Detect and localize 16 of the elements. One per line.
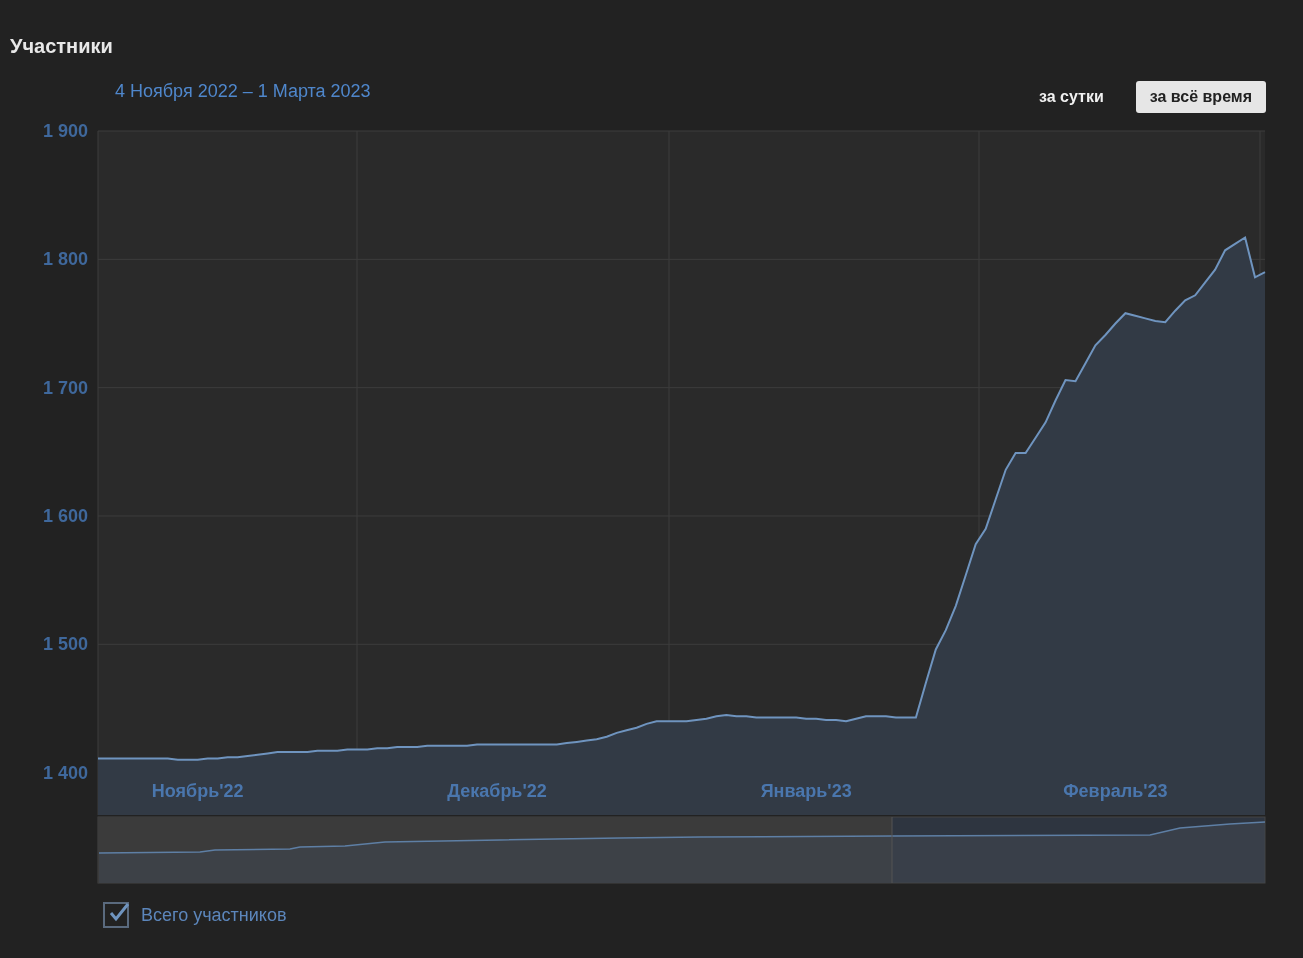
y-axis-label: 1 500 bbox=[42, 634, 88, 655]
y-axis-label: 1 700 bbox=[42, 377, 88, 398]
y-axis-label: 1 800 bbox=[42, 249, 88, 270]
x-axis-label: Февраль'23 bbox=[1063, 781, 1168, 801]
x-axis-label: Ноябрь'22 bbox=[151, 781, 244, 801]
section-title: Участники bbox=[9, 34, 114, 59]
checkbox[interactable] bbox=[103, 902, 129, 928]
x-axis-label: Январь'23 bbox=[760, 781, 852, 801]
y-axis-label: 1 400 bbox=[42, 762, 88, 783]
date-range: 4 Ноября 2022 – 1 Марта 2023 bbox=[115, 81, 371, 102]
y-axis-label: 1 600 bbox=[42, 506, 88, 526]
period-tab[interactable]: за всё время bbox=[1135, 81, 1266, 113]
period-tab[interactable]: за сутки bbox=[1025, 81, 1118, 113]
x-axis-label: Декабрь'22 bbox=[447, 781, 547, 801]
y-axis-label: 1 900 bbox=[42, 122, 88, 141]
legend-label: Всего участников bbox=[141, 904, 287, 926]
